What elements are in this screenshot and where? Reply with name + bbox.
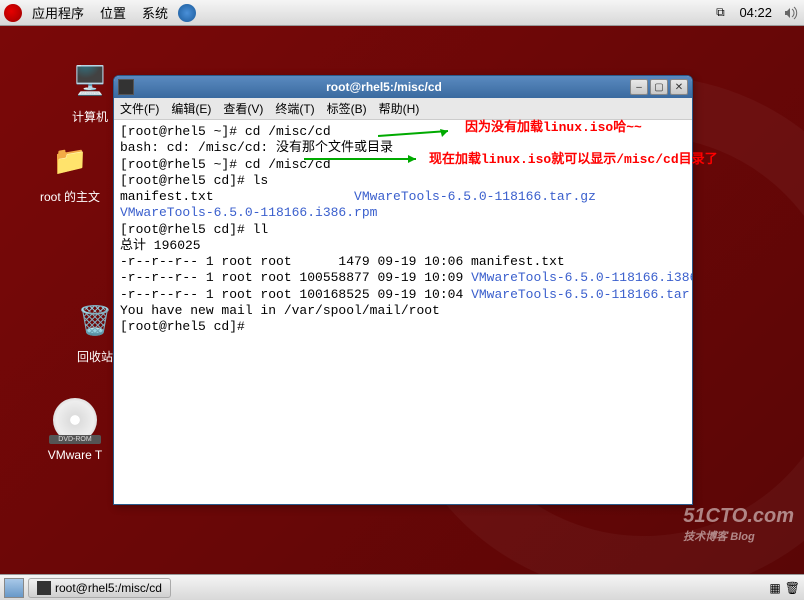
annotation-1: 因为没有加载linux.iso哈~~ xyxy=(465,116,642,135)
top-panel: 应用程序 位置 系统 ⧉ 04:22 xyxy=(0,0,804,26)
menu-applications[interactable]: 应用程序 xyxy=(26,1,90,24)
terminal-line: manifest.txt VMwareTools-6.5.0-118166.ta… xyxy=(120,189,686,205)
terminal-body[interactable]: [root@rhel5 ~]# cd /misc/cd bash: cd: /m… xyxy=(114,120,692,504)
terminal-line: -r--r--r-- 1 root root 100558877 09-19 1… xyxy=(120,270,686,286)
terminal-line: -r--r--r-- 1 root root 100168525 09-19 1… xyxy=(120,287,686,303)
menu-terminal[interactable]: 终端(T) xyxy=(275,100,314,117)
maximize-button[interactable]: ▢ xyxy=(650,79,668,95)
menu-help[interactable]: 帮助(H) xyxy=(379,100,420,117)
redhat-icon[interactable] xyxy=(4,4,22,22)
terminal-line: You have new mail in /var/spool/mail/roo… xyxy=(120,303,686,319)
bottom-panel: root@rhel5:/misc/cd ▦ 🗑 xyxy=(0,574,804,600)
window-title: root@rhel5:/misc/cd xyxy=(140,80,628,94)
update-tray-icon[interactable]: ⧉ xyxy=(711,4,729,22)
annotation-arrow-1-icon xyxy=(378,129,458,143)
watermark: 51CTO.com 技术博客 Blog xyxy=(683,505,794,544)
workspace-switcher-icon[interactable]: ▦ xyxy=(769,581,780,595)
terminal-line: [root@rhel5 cd]# xyxy=(120,319,686,335)
annotation-arrow-2-icon xyxy=(304,154,424,164)
volume-icon[interactable] xyxy=(782,4,800,22)
trash-icon: 🗑️ xyxy=(71,296,119,344)
home-folder-icon: 📁 xyxy=(46,136,94,184)
menu-view[interactable]: 查看(V) xyxy=(223,100,263,117)
menu-places[interactable]: 位置 xyxy=(94,1,132,24)
terminal-line: VMwareTools-6.5.0-118166.i386.rpm xyxy=(120,205,686,221)
titlebar[interactable]: root@rhel5:/misc/cd – ▢ ✕ xyxy=(114,76,692,98)
terminal-line: [root@rhel5 cd]# ls xyxy=(120,173,686,189)
browser-launcher-icon[interactable] xyxy=(178,4,196,22)
computer-icon: 🖥️ xyxy=(66,56,114,104)
show-desktop-button[interactable] xyxy=(4,578,24,598)
desktop-icon-dvd[interactable]: VMware T xyxy=(35,396,115,462)
minimize-button[interactable]: – xyxy=(630,79,648,95)
terminal-line: [root@rhel5 cd]# ll xyxy=(120,222,686,238)
taskbar-entry-terminal[interactable]: root@rhel5:/misc/cd xyxy=(28,578,171,598)
menu-file[interactable]: 文件(F) xyxy=(120,100,159,117)
close-button[interactable]: ✕ xyxy=(670,79,688,95)
trash-tray-icon[interactable]: 🗑 xyxy=(785,581,800,595)
desktop-icon-label: root 的主文 xyxy=(30,188,110,205)
desktop-icon-home[interactable]: 📁 root 的主文 xyxy=(30,136,110,205)
desktop-icon-label: VMware T xyxy=(35,448,115,462)
menu-tabs[interactable]: 标签(B) xyxy=(327,100,367,117)
annotation-2: 现在加载linux.iso就可以显示/misc/cd目录了 xyxy=(429,148,718,167)
terminal-task-icon xyxy=(37,581,51,595)
clock[interactable]: 04:22 xyxy=(733,5,778,20)
terminal-title-icon xyxy=(118,79,134,95)
menu-system[interactable]: 系统 xyxy=(136,1,174,24)
terminal-line: 总计 196025 xyxy=(120,238,686,254)
terminal-line: -r--r--r-- 1 root root 1479 09-19 10:06 … xyxy=(120,254,686,270)
taskbar-label: root@rhel5:/misc/cd xyxy=(55,581,162,595)
dvd-icon xyxy=(51,396,99,444)
menu-edit[interactable]: 编辑(E) xyxy=(171,100,211,117)
